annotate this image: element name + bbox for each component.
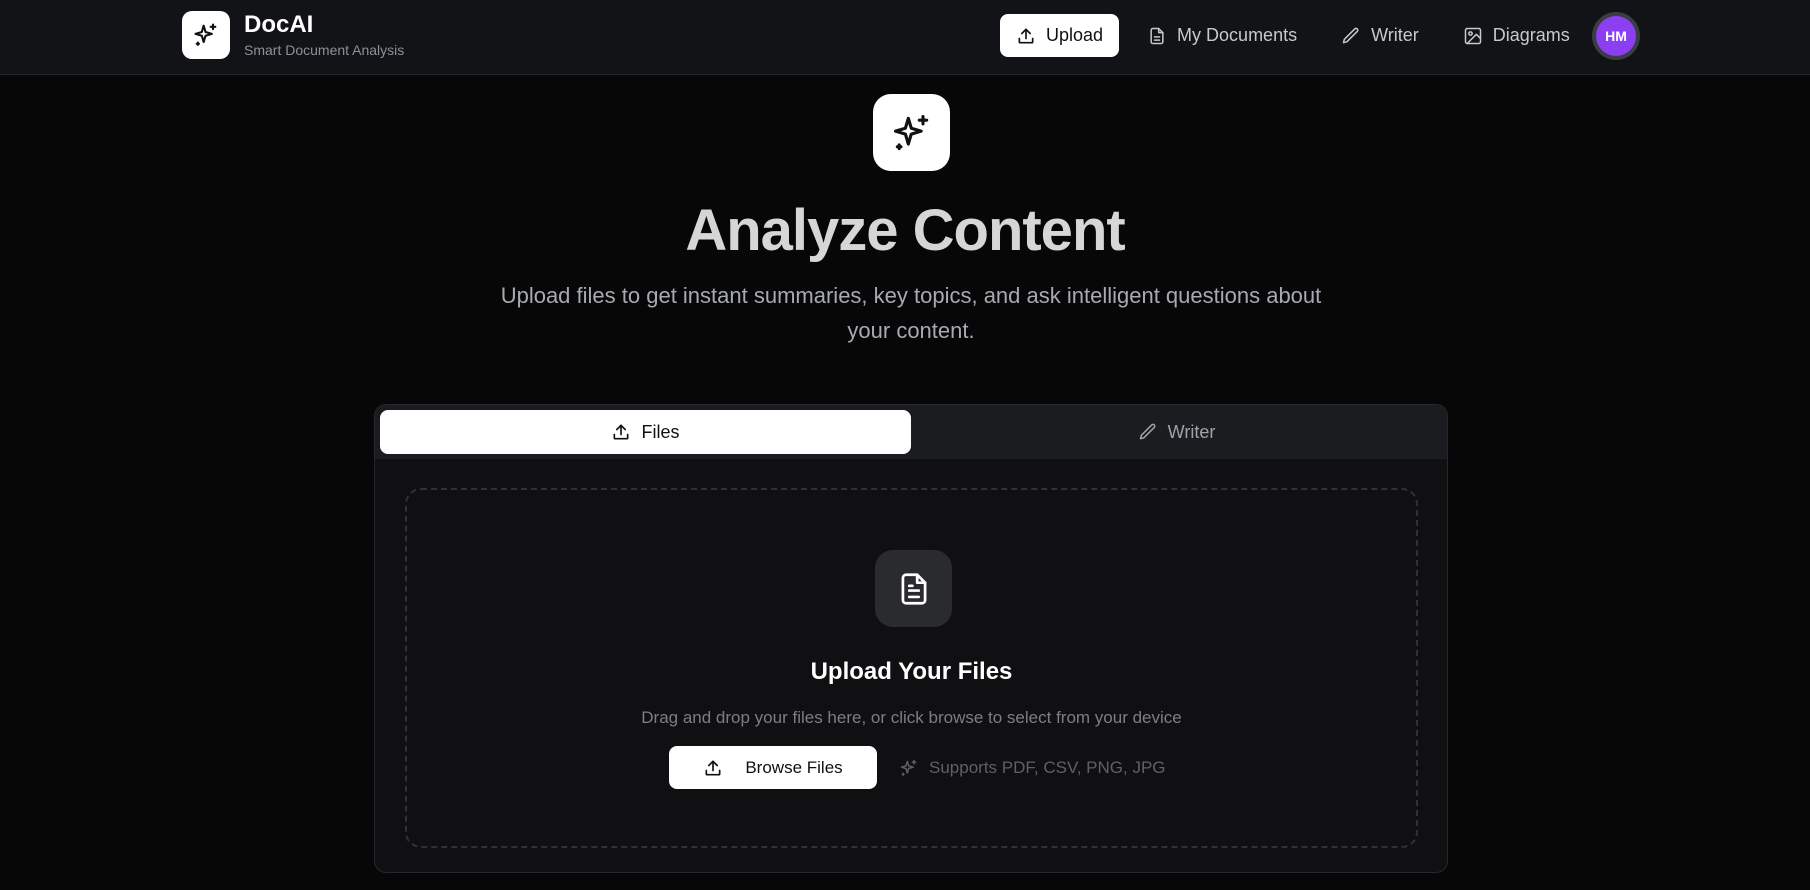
brand-tagline: Smart Document Analysis	[244, 42, 405, 58]
browse-files-label: Browse Files	[745, 757, 843, 777]
nav-writer-label: Writer	[1371, 25, 1419, 45]
avatar-initials: HM	[1596, 16, 1636, 56]
sparkles-icon	[873, 94, 950, 171]
tab-writer[interactable]: Writer	[911, 410, 1442, 454]
nav-my-documents-button[interactable]: My Documents	[1131, 14, 1313, 57]
mode-tabs: Files Writer	[375, 405, 1447, 459]
sparkles-icon	[899, 758, 919, 778]
dropzone-title: Upload Your Files	[810, 658, 1013, 685]
nav-diagrams-button[interactable]: Diagrams	[1447, 14, 1586, 57]
upload-icon	[703, 758, 723, 778]
pen-icon	[1138, 422, 1158, 442]
nav-my-documents-label: My Documents	[1177, 25, 1298, 45]
supported-formats-label: Supports PDF, CSV, PNG, JPG	[929, 757, 1166, 777]
nav-writer-button[interactable]: Writer	[1325, 14, 1435, 57]
pen-icon	[1341, 26, 1361, 46]
file-dropzone[interactable]: Upload Your Files Drag and drop your fil…	[405, 488, 1418, 848]
dropzone-subtitle: Drag and drop your files here, or click …	[641, 708, 1182, 727]
brand-name: DocAI	[244, 11, 314, 38]
nav-upload-button[interactable]: Upload	[1000, 14, 1120, 57]
user-avatar[interactable]: HM	[1592, 12, 1640, 60]
nav-upload-label: Upload	[1046, 25, 1104, 45]
main-nav: Upload My Documents Writer Diagrams	[1000, 14, 1598, 57]
file-text-icon	[875, 550, 952, 627]
tab-files[interactable]: Files	[380, 410, 911, 454]
brand[interactable]: DocAI Smart Document Analysis	[182, 11, 404, 59]
browse-files-button[interactable]: Browse Files	[669, 746, 877, 789]
tab-writer-label: Writer	[1167, 421, 1216, 442]
page-title: Analyze Content	[685, 198, 1125, 263]
sparkles-icon	[182, 11, 230, 59]
top-navbar: DocAI Smart Document Analysis Upload My …	[0, 0, 1810, 75]
supported-formats: Supports PDF, CSV, PNG, JPG	[899, 746, 1166, 789]
nav-diagrams-label: Diagrams	[1492, 25, 1570, 45]
image-icon	[1463, 26, 1483, 46]
tab-files-label: Files	[641, 421, 680, 442]
document-icon	[1147, 26, 1167, 46]
upload-icon	[611, 422, 631, 442]
upload-icon	[1016, 26, 1036, 46]
page-subtitle: Upload files to get instant summaries, k…	[500, 283, 1322, 343]
upload-panel: Files Writer Upload Your Files Drag and …	[374, 404, 1448, 873]
